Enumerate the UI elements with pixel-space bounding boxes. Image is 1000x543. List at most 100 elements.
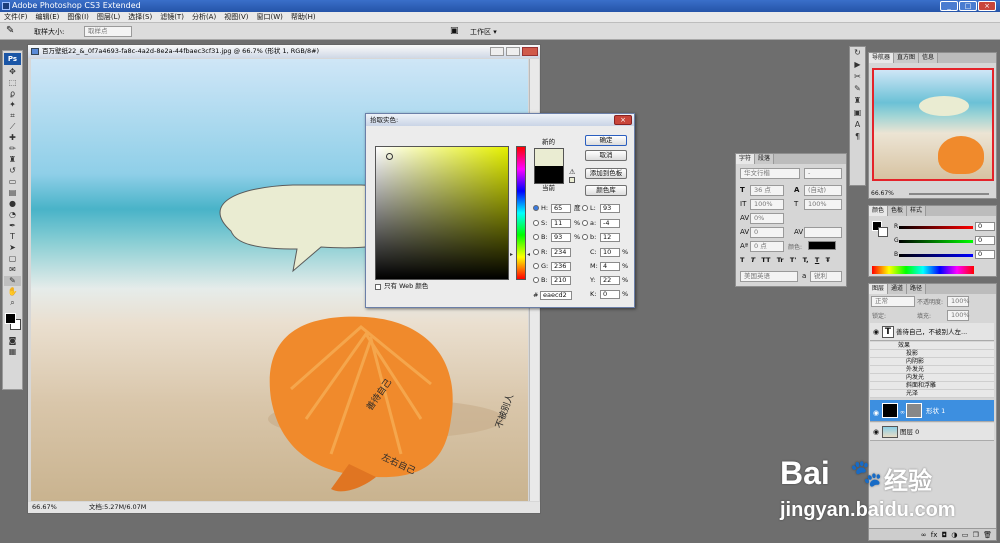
minimize-button[interactable]: _ (940, 1, 958, 11)
tracking-percent-field[interactable]: 0% (750, 213, 784, 224)
text-color-swatch[interactable] (808, 241, 836, 250)
hue-slider-right-arrow[interactable]: ◂ (527, 251, 530, 258)
eraser-icon[interactable]: ▭ (4, 177, 21, 187)
font-size-field[interactable]: 36 点 (750, 185, 784, 196)
effects-row[interactable]: 效果 (870, 342, 994, 350)
type-icon[interactable]: T (4, 232, 21, 242)
bridge-icon[interactable]: ▣ (450, 26, 459, 36)
hue-slider[interactable] (516, 146, 526, 280)
eyedropper-tool-icon[interactable]: ✎ (4, 276, 21, 286)
tab-paragraph[interactable]: 段落 (755, 154, 775, 164)
layer-0[interactable]: ◉ 图层 0 (870, 423, 994, 441)
hue-field[interactable]: 65 (551, 204, 571, 213)
tool-presets-icon[interactable]: ✂ (850, 71, 865, 83)
red-field[interactable]: 234 (551, 248, 571, 257)
stamp-icon[interactable]: ♜ (4, 155, 21, 165)
navigator-zoom[interactable]: 66.67% (871, 190, 894, 197)
brushes-panel-icon[interactable]: ✎ (850, 83, 865, 95)
slice-icon[interactable]: ⟋ (4, 122, 21, 132)
tab-paths[interactable]: 路径 (907, 284, 927, 294)
faux-italic-button[interactable]: T (751, 256, 755, 264)
lab-a-field[interactable]: -4 (600, 219, 620, 228)
zoom-level[interactable]: 66.67% (32, 503, 57, 511)
effect-drop-shadow[interactable]: 投影 (870, 350, 994, 358)
black-field[interactable]: 0 (600, 290, 620, 299)
lab-a-radio[interactable] (582, 220, 588, 226)
web-colors-only-checkbox[interactable] (375, 284, 381, 290)
cyan-field[interactable]: 10 (600, 248, 620, 257)
horizontal-scale-field[interactable]: 100% (804, 199, 842, 210)
effect-bevel-emboss[interactable]: 斜面和浮雕 (870, 382, 994, 390)
menu-edit[interactable]: 编辑(E) (32, 12, 64, 23)
actions-panel-icon[interactable]: ▶ (850, 59, 865, 71)
magenta-field[interactable]: 4 (600, 262, 620, 271)
doc-minimize-button[interactable] (490, 47, 504, 56)
vertical-scale-field[interactable]: 100% (750, 199, 784, 210)
menu-file[interactable]: 文件(F) (0, 12, 32, 23)
close-button[interactable]: × (978, 1, 996, 11)
ok-button[interactable]: 确定 (585, 135, 627, 146)
tab-channels[interactable]: 通道 (888, 284, 908, 294)
web-safe-cube-icon[interactable] (569, 177, 575, 183)
faux-bold-button[interactable]: T (740, 256, 744, 264)
navigator-preview[interactable] (872, 68, 994, 181)
fill-field[interactable]: 100% (947, 310, 970, 321)
menu-filter[interactable]: 滤镜(T) (156, 12, 188, 23)
tab-character[interactable]: 字符 (736, 154, 756, 164)
menu-image[interactable]: 图像(I) (63, 12, 93, 23)
leading-field[interactable]: (自动) (804, 185, 842, 196)
green-value[interactable]: 0 (975, 236, 995, 245)
menu-analysis[interactable]: 分析(A) (188, 12, 220, 23)
hue-radio[interactable] (533, 205, 539, 211)
menu-view[interactable]: 视图(V) (220, 12, 252, 23)
gradient-icon[interactable]: ▤ (4, 188, 21, 198)
saturation-radio[interactable] (533, 220, 539, 226)
lab-l-radio[interactable] (582, 205, 588, 211)
blue-value[interactable]: 0 (975, 250, 995, 259)
subscript-button[interactable]: T, (803, 256, 809, 264)
tab-styles[interactable]: 样式 (907, 206, 927, 216)
doc-maximize-button[interactable] (506, 47, 520, 56)
lab-l-field[interactable]: 93 (600, 204, 620, 213)
color-field[interactable] (375, 146, 509, 280)
green-field[interactable]: 236 (551, 262, 571, 271)
eye-icon[interactable]: ◉ (873, 402, 879, 421)
baseline-shift-field[interactable]: 0 点 (750, 241, 784, 252)
doc-close-button[interactable] (522, 47, 538, 56)
gamut-warning-icon[interactable]: ⚠ (569, 168, 575, 176)
color-libraries-button[interactable]: 颜色库 (585, 185, 627, 196)
notes-icon[interactable]: ✉ (4, 265, 21, 275)
underline-button[interactable]: T (815, 256, 819, 264)
saturation-field[interactable]: 11 (551, 219, 571, 228)
blue-field[interactable]: 210 (551, 276, 571, 285)
eye-icon[interactable]: ◉ (873, 423, 879, 440)
crop-icon[interactable]: ⌗ (4, 111, 21, 121)
maximize-button[interactable]: □ (959, 1, 977, 11)
menu-window[interactable]: 窗口(W) (252, 12, 286, 23)
sample-size-select[interactable]: 取样点 (84, 26, 132, 37)
tab-histogram[interactable]: 直方图 (894, 53, 920, 63)
clone-source-icon[interactable]: ♜ (850, 95, 865, 107)
color-field-cursor[interactable] (386, 153, 393, 160)
tab-info[interactable]: 信息 (919, 53, 939, 63)
effect-inner-glow[interactable]: 内发光 (870, 374, 994, 382)
tab-layers[interactable]: 图层 (869, 284, 889, 294)
hand-icon[interactable]: ✋ (4, 287, 21, 297)
character-panel-icon[interactable]: A (850, 119, 865, 131)
brightness-field[interactable]: 93 (551, 233, 571, 242)
menu-select[interactable]: 选择(S) (124, 12, 156, 23)
green-slider[interactable] (899, 240, 973, 243)
font-style-select[interactable]: - (804, 168, 842, 179)
red-value[interactable]: 0 (975, 222, 995, 231)
language-select[interactable]: 美国英语 (740, 271, 798, 282)
current-color-swatch[interactable] (534, 166, 564, 184)
move-icon[interactable]: ✥ (4, 67, 21, 77)
pen-icon[interactable]: ✒ (4, 221, 21, 231)
zoom-icon[interactable]: ⌕ (4, 298, 21, 308)
eyedropper-icon[interactable]: ✎ (6, 25, 14, 36)
add-to-swatches-button[interactable]: 添加到色板 (585, 168, 627, 179)
lab-b-field[interactable]: 12 (600, 233, 620, 242)
history-brush-icon[interactable]: ↺ (4, 166, 21, 176)
blur-icon[interactable]: ● (4, 199, 21, 209)
navigator-zoom-slider[interactable] (909, 193, 989, 195)
